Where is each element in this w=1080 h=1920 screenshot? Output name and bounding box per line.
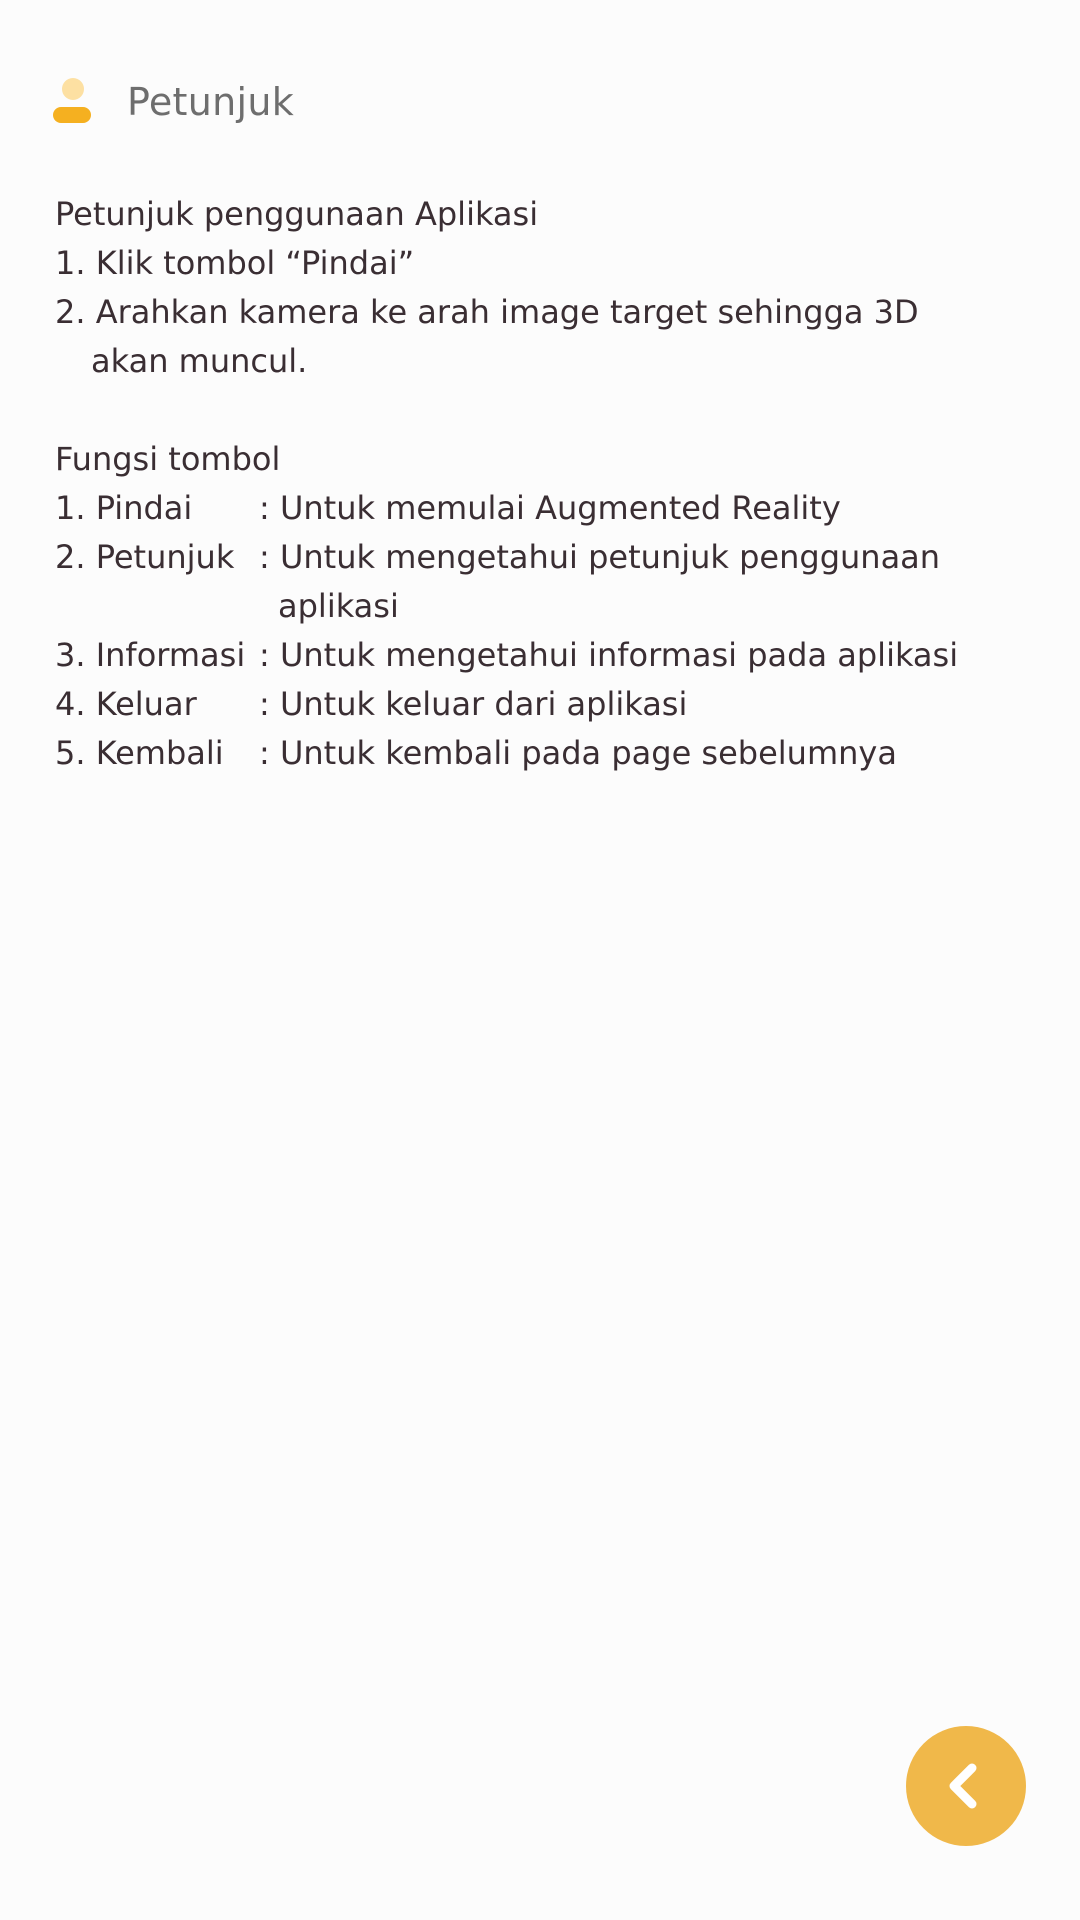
button-function-label: 1. Pindai	[55, 489, 193, 527]
button-function-desc: : Untuk mengetahui informasi pada aplika…	[259, 636, 959, 674]
usage-step: 2. Arahkan kamera ke arah image target s…	[55, 293, 919, 331]
user-icon	[53, 78, 91, 126]
button-function-desc-continuation: aplikasi	[278, 587, 399, 625]
back-button[interactable]	[906, 1726, 1026, 1846]
button-function-desc: : Untuk memulai Augmented Reality	[259, 489, 841, 527]
usage-heading: Petunjuk penggunaan Aplikasi	[55, 195, 539, 233]
buttons-heading: Fungsi tombol	[55, 440, 281, 478]
usage-step-continuation: akan muncul.	[91, 342, 308, 380]
header: Petunjuk	[53, 76, 294, 128]
button-function-row: 5. Kembali : Untuk kembali pada page seb…	[55, 729, 1055, 778]
button-function-label: 4. Keluar	[55, 685, 197, 723]
button-function-row: 4. Keluar : Untuk keluar dari aplikasi	[55, 680, 1055, 729]
button-function-label: 2. Petunjuk	[55, 538, 235, 576]
usage-step: 1. Klik tombol “Pindai”	[55, 244, 415, 282]
chevron-left-icon	[949, 1763, 977, 1809]
button-function-row: 3. Informasi : Untuk mengetahui informas…	[55, 631, 1055, 680]
page-title: Petunjuk	[127, 80, 295, 124]
button-function-desc: : Untuk mengetahui petunjuk penggunaan	[259, 538, 941, 576]
button-function-desc: : Untuk kembali pada page sebelumnya	[259, 734, 897, 772]
button-function-desc: : Untuk keluar dari aplikasi	[259, 685, 688, 723]
button-function-row: 2. Petunjuk : Untuk mengetahui petunjuk …	[55, 533, 1055, 582]
instructions-content: Petunjuk penggunaan Aplikasi 1. Klik tom…	[55, 190, 1055, 778]
button-function-row: 1. Pindai : Untuk memulai Augmented Real…	[55, 484, 1055, 533]
button-function-label: 3. Informasi	[55, 636, 246, 674]
button-function-label: 5. Kembali	[55, 734, 224, 772]
